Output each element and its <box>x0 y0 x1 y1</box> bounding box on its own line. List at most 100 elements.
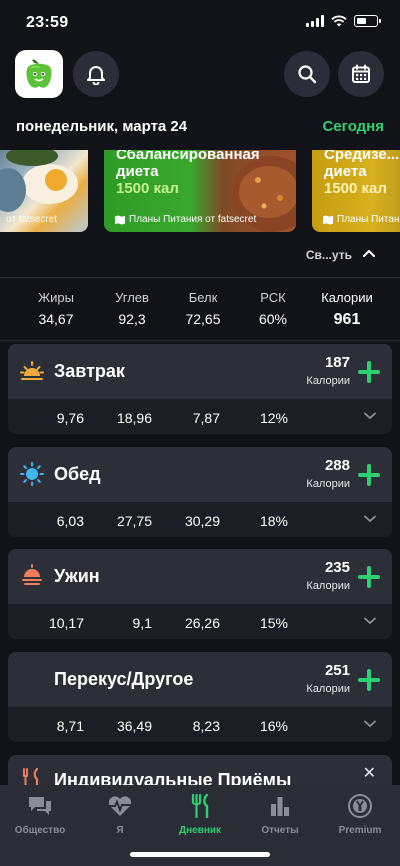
meal-rdi: 18% <box>259 513 288 529</box>
banner-source: от fatsecret <box>6 214 58 225</box>
chevron-down-icon[interactable] <box>364 412 376 420</box>
status-time: 23:59 <box>26 14 69 31</box>
add-food-button[interactable] <box>358 361 380 383</box>
meal-calories-unit: Калории <box>306 580 350 592</box>
tab-label: Я <box>116 825 124 836</box>
chevron-down-icon[interactable] <box>364 515 376 523</box>
map-icon <box>323 215 333 224</box>
search-icon <box>298 65 317 84</box>
meal-carbs: 36,49 <box>116 718 152 734</box>
tab-me[interactable]: Я <box>80 793 160 836</box>
banner-calories: 1500 кал <box>324 180 387 197</box>
chevron-down-icon[interactable] <box>364 617 376 625</box>
meal-header[interactable]: Обед 288 Калории <box>8 447 392 502</box>
meal-calories: 288 <box>324 457 350 474</box>
today-button[interactable]: Сегодня <box>322 118 384 135</box>
premium-badge-icon <box>348 794 372 818</box>
banner-calories: 1500 кал <box>116 180 179 197</box>
meal-card-breakfast[interactable]: Завтрак 187 Калории 9,76 18,96 7,87 12% <box>8 344 392 434</box>
sun-icon <box>20 462 44 486</box>
tab-label: Premium <box>338 825 382 836</box>
meal-header[interactable]: Перекус/Другое 251 Калории <box>8 652 392 707</box>
sunset-icon <box>22 564 42 585</box>
chevron-up-icon <box>363 250 375 257</box>
tab-reports[interactable]: Отчеты <box>240 793 320 836</box>
add-food-button[interactable] <box>358 566 380 588</box>
meal-card-snack[interactable]: Перекус/Другое 251 Калории 8,71 36,49 8,… <box>8 652 392 742</box>
meal-carbs: 27,75 <box>116 513 152 529</box>
meal-header[interactable]: Ужин 235 Калории <box>8 549 392 604</box>
battery-icon <box>354 15 381 27</box>
banner-title: Средизе... я диета <box>324 150 400 180</box>
add-food-button[interactable] <box>358 669 380 691</box>
home-indicator[interactable] <box>130 852 270 857</box>
meal-calories-unit: Калории <box>306 478 350 490</box>
meal-protein: 30,29 <box>184 513 220 529</box>
meal-fat: 6,03 <box>56 513 84 529</box>
meal-protein: 7,87 <box>192 410 220 426</box>
sunrise-icon <box>20 361 44 380</box>
pepper-logo-icon <box>26 59 52 88</box>
banner-source: Планы Питания <box>323 214 400 225</box>
meal-calories: 187 <box>324 354 350 371</box>
meal-name: Ужин <box>54 566 100 586</box>
total-fat: Жиры 34,67 <box>38 290 74 327</box>
meal-nutrient-row[interactable]: 9,76 18,96 7,87 12% <box>8 399 392 434</box>
tab-premium[interactable]: Premium <box>320 793 400 836</box>
search-button[interactable] <box>284 51 330 97</box>
meal-carbs: 9,1 <box>132 615 152 631</box>
meal-name: Перекус/Другое <box>54 669 194 689</box>
meal-header[interactable]: Завтрак 187 Калории <box>8 344 392 399</box>
meal-plan-banner-balanced[interactable]: Сбалансированная диета 1500 кал Планы Пи… <box>104 150 296 232</box>
meal-plan-banner[interactable]: от fatsecret <box>0 150 88 232</box>
tab-label: Отчеты <box>261 825 299 836</box>
banner-source: Планы Питания от fatsecret <box>115 214 256 225</box>
meal-rdi: 15% <box>259 615 288 631</box>
heart-pulse-icon <box>108 796 132 816</box>
add-food-button[interactable] <box>358 464 380 486</box>
meal-calories-unit: Калории <box>306 375 350 387</box>
meal-protein: 26,26 <box>184 615 220 631</box>
current-date[interactable]: понедельник, марта 24 <box>16 118 187 135</box>
meal-plan-carousel[interactable]: от fatsecret Сбалансированная диета 1500… <box>0 150 400 232</box>
meal-rdi: 12% <box>259 410 288 426</box>
divider <box>0 277 400 278</box>
fork-knife-icon <box>191 793 209 819</box>
total-carbs: Углев 92,3 <box>115 290 149 327</box>
moon-icon <box>25 670 35 688</box>
meal-fat: 9,76 <box>56 410 84 426</box>
wifi-icon <box>331 15 347 27</box>
chat-bubbles-icon <box>29 797 51 815</box>
meal-calories-unit: Калории <box>306 683 350 695</box>
status-bar: 23:59 <box>0 0 400 46</box>
calendar-icon <box>352 64 370 83</box>
tab-diary[interactable]: Дневник <box>160 793 240 836</box>
meal-protein: 8,23 <box>192 718 220 734</box>
tab-community[interactable]: Общество <box>0 793 80 836</box>
meal-calories: 235 <box>324 559 350 576</box>
banner-title: Сбалансированная диета <box>116 150 260 180</box>
meal-card-dinner[interactable]: Ужин 235 Калории 10,17 9,1 26,26 15% <box>8 549 392 639</box>
status-icons <box>306 15 381 27</box>
calendar-button[interactable] <box>338 51 384 97</box>
meal-fat: 8,71 <box>56 718 84 734</box>
meal-nutrient-row[interactable]: 6,03 27,75 30,29 18% <box>8 502 392 537</box>
divider <box>0 340 400 341</box>
tab-label: Общество <box>14 825 66 836</box>
app-logo[interactable] <box>15 50 63 98</box>
total-calories: Калории 961 <box>321 290 373 328</box>
chevron-down-icon[interactable] <box>364 720 376 728</box>
signal-icon <box>306 15 324 27</box>
meal-plan-banner-mediterranean[interactable]: Средизе... я диета 1500 кал Планы Питани… <box>312 150 400 232</box>
meal-nutrient-row[interactable]: 8,71 36,49 8,23 16% <box>8 707 392 742</box>
bar-chart-icon <box>271 797 289 816</box>
close-icon[interactable]: ✕ <box>363 763 376 783</box>
collapse-label: Св...уть <box>305 248 352 262</box>
meal-nutrient-row[interactable]: 10,17 9,1 26,26 15% <box>8 604 392 639</box>
notifications-button[interactable] <box>73 51 119 97</box>
meal-carbs: 18,96 <box>116 410 152 426</box>
total-rdi: РСК 60% <box>258 290 288 327</box>
meal-card-lunch[interactable]: Обед 288 Калории 6,03 27,75 30,29 18% <box>8 447 392 537</box>
meal-fat: 10,17 <box>48 615 84 631</box>
collapse-toggle[interactable]: Св...уть <box>0 244 400 268</box>
